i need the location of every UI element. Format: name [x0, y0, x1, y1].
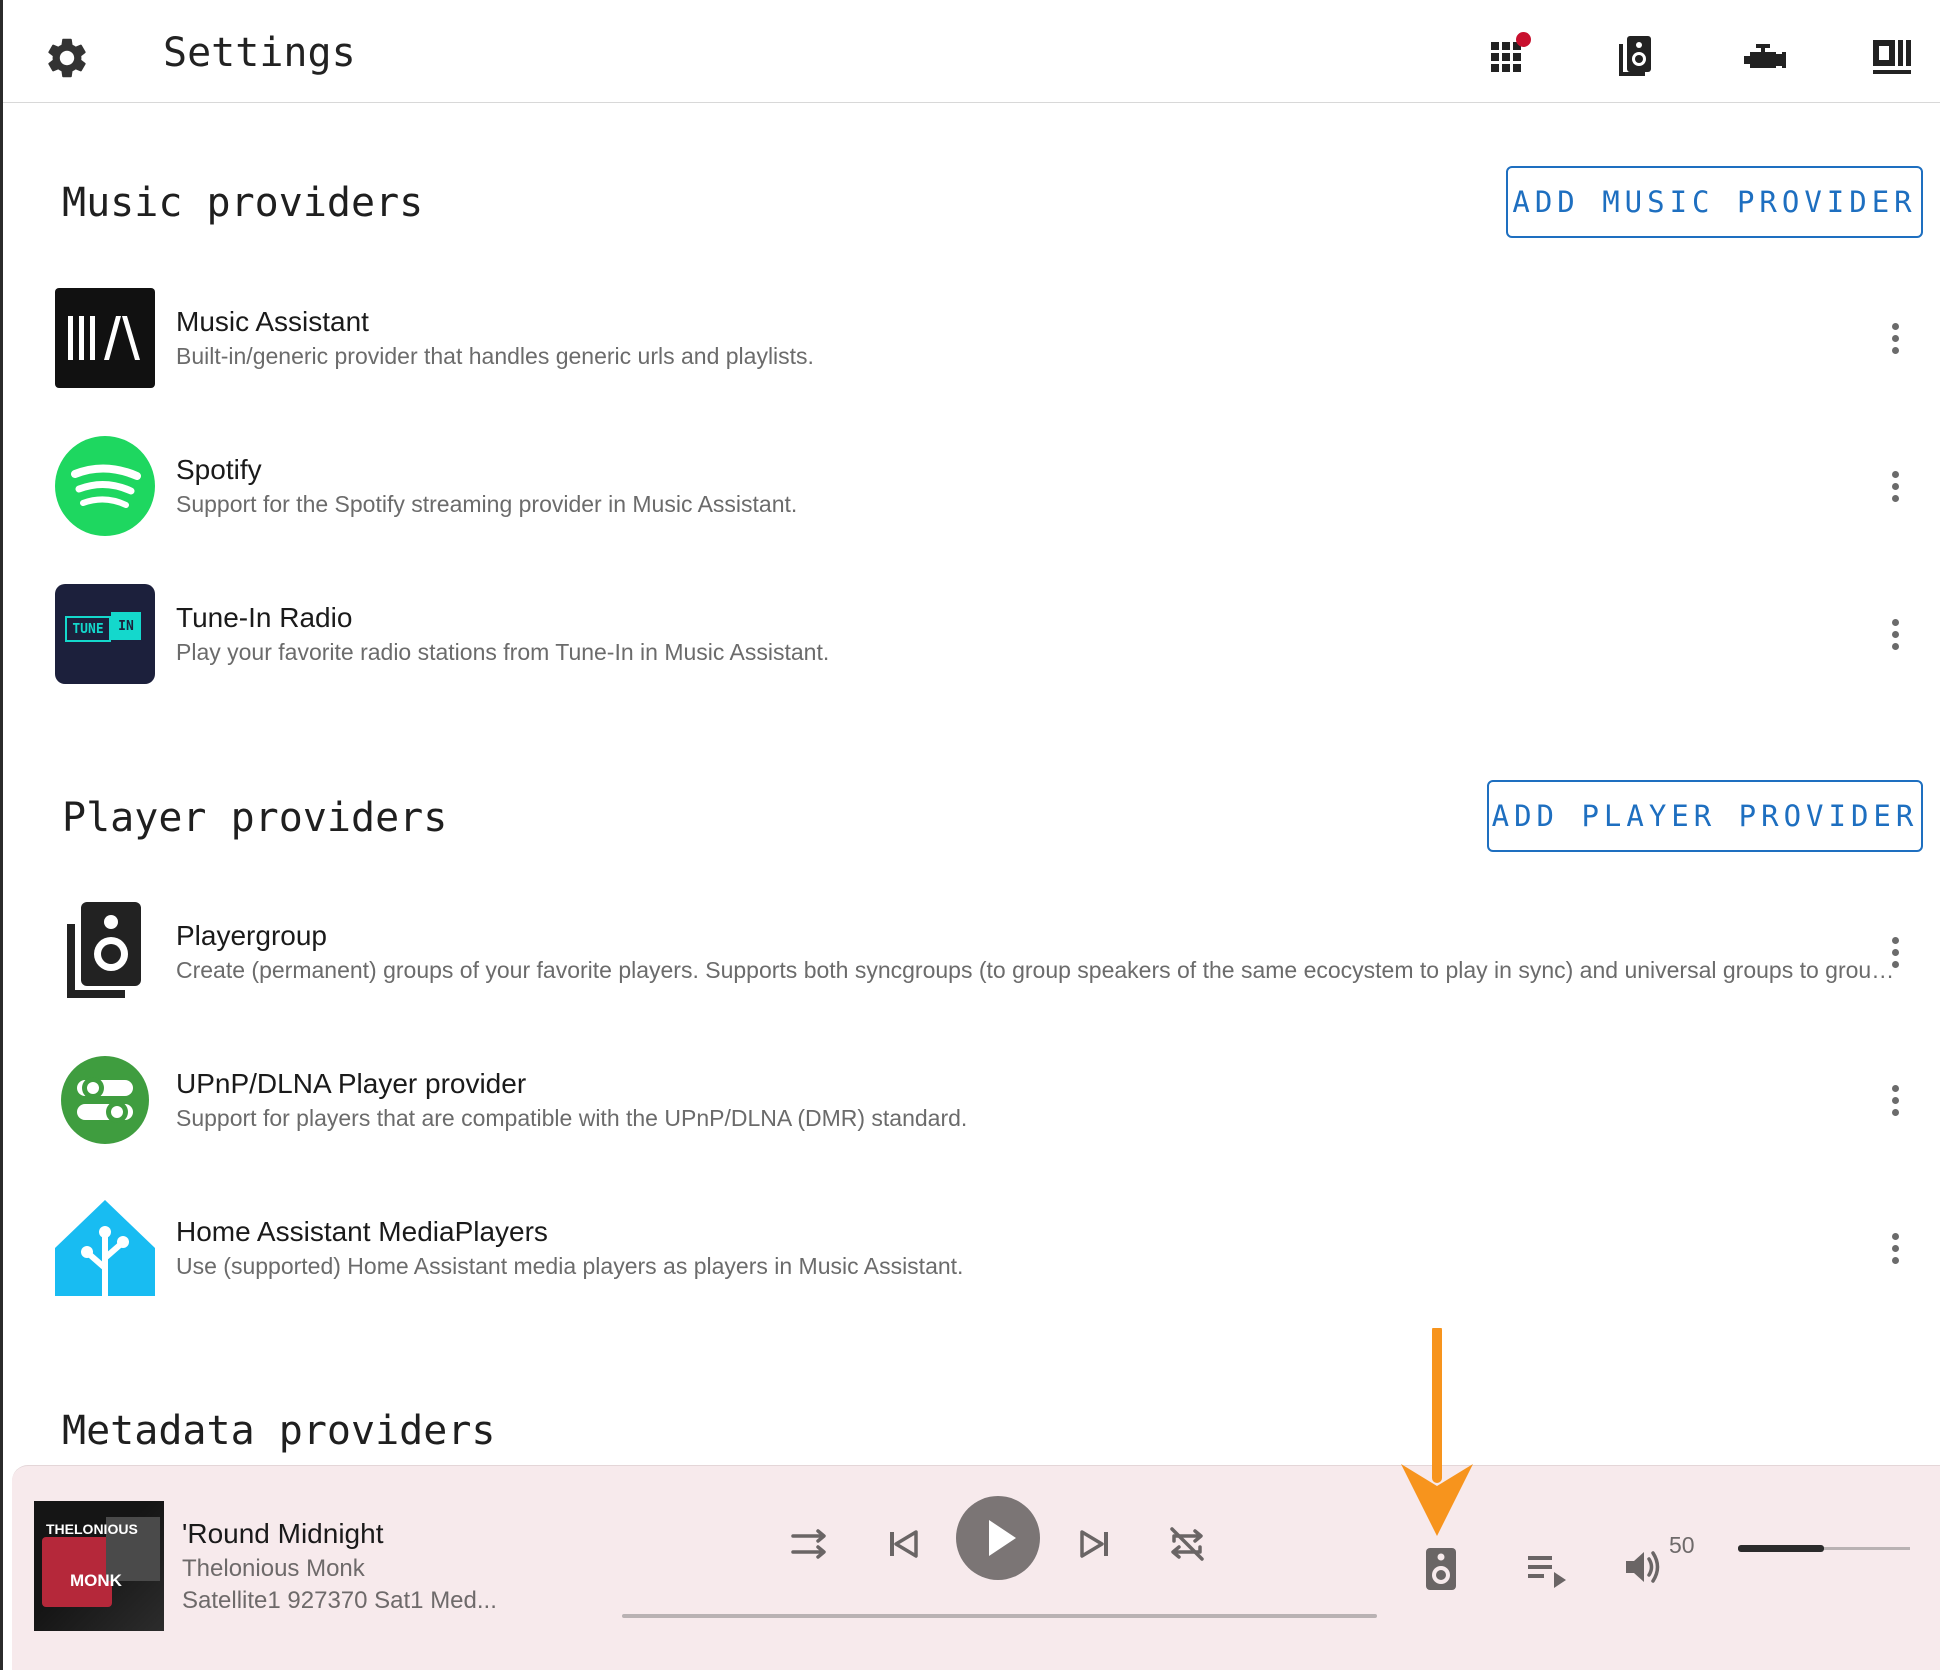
provider-name: Spotify	[176, 454, 262, 485]
upnp-logo	[55, 1050, 155, 1150]
volume-icon[interactable]	[1620, 1544, 1666, 1590]
provider-music-assistant[interactable]: Music Assistant Built-in/generic provide…	[55, 288, 1915, 408]
album-text: MONK	[70, 1571, 122, 1590]
provider-name: UPnP/DLNA Player provider	[176, 1068, 527, 1099]
previous-track-icon[interactable]	[880, 1521, 926, 1567]
progress-bar[interactable]	[622, 1614, 1377, 1618]
tunein-logo-text-tune: TUNE	[65, 616, 111, 642]
track-title[interactable]: 'Round Midnight	[182, 1518, 383, 1550]
more-options-icon[interactable]	[1875, 318, 1915, 358]
provider-name: Music Assistant	[176, 306, 369, 337]
volume-value: 50	[1669, 1532, 1695, 1558]
provider-spotify[interactable]: Spotify Support for the Spotify streamin…	[55, 436, 1915, 556]
metadata-providers-heading: Metadata providers	[62, 1408, 496, 1454]
left-border	[0, 0, 3, 1670]
more-options-icon[interactable]	[1875, 466, 1915, 506]
provider-name: Playergroup	[176, 920, 327, 951]
provider-description: Play your favorite radio stations from T…	[176, 639, 830, 665]
spotify-logo	[55, 436, 155, 536]
playergroup-logo	[55, 902, 155, 1002]
player-providers-heading: Player providers	[62, 795, 448, 841]
album-art[interactable]: THELONIOUS MONK	[34, 1501, 164, 1631]
tunein-logo-text-in: IN	[111, 612, 141, 640]
volume-slider-fill[interactable]	[1738, 1545, 1824, 1552]
top-app-bar: Settings	[3, 0, 1940, 103]
more-options-icon[interactable]	[1875, 614, 1915, 654]
queue-icon[interactable]	[1524, 1546, 1570, 1592]
provider-description: Built-in/generic provider that handles g…	[176, 343, 814, 369]
active-player-name[interactable]: Satellite1 927370 Sat1 Med...	[182, 1587, 497, 1615]
provider-name: Home Assistant MediaPlayers	[176, 1216, 548, 1247]
add-music-provider-button[interactable]: ADD MUSIC PROVIDER	[1506, 166, 1923, 238]
provider-description: Support for the Spotify streaming provid…	[176, 491, 798, 517]
page-title: Settings	[163, 30, 356, 76]
more-options-icon[interactable]	[1875, 1228, 1915, 1268]
play-icon	[989, 1520, 1016, 1556]
repeat-off-icon[interactable]	[1164, 1521, 1210, 1567]
engine-icon[interactable]	[1738, 30, 1790, 82]
provider-playergroup[interactable]: Playergroup Create (permanent) groups of…	[55, 902, 1915, 1022]
provider-name: Tune-In Radio	[176, 602, 353, 633]
tunein-logo: TUNE IN	[55, 584, 155, 684]
player-bar: THELONIOUS MONK 'Round Midnight Thelonio…	[12, 1465, 1940, 1670]
next-track-icon[interactable]	[1072, 1521, 1118, 1567]
album-text: THELONIOUS	[46, 1521, 138, 1537]
music-assistant-logo	[55, 288, 155, 388]
music-providers-heading: Music providers	[62, 180, 424, 226]
gear-icon[interactable]	[43, 34, 91, 82]
home-assistant-logo	[55, 1198, 155, 1299]
provider-upnp-dlna[interactable]: UPnP/DLNA Player provider Support for pl…	[55, 1050, 1915, 1170]
provider-description: Use (supported) Home Assistant media pla…	[176, 1253, 964, 1279]
more-options-icon[interactable]	[1875, 932, 1915, 972]
more-options-icon[interactable]	[1875, 1080, 1915, 1120]
annotation-arrow	[1401, 1328, 1473, 1536]
play-button[interactable]	[956, 1496, 1040, 1580]
shuffle-icon[interactable]	[787, 1521, 833, 1567]
provider-description: Support for players that are compatible …	[176, 1105, 968, 1131]
provider-tunein[interactable]: TUNE IN Tune-In Radio Play your favorite…	[55, 584, 1915, 704]
ui-icon[interactable]	[1865, 30, 1917, 82]
notification-dot	[1516, 32, 1531, 47]
track-artist[interactable]: Thelonious Monk	[182, 1555, 365, 1583]
add-player-provider-button[interactable]: ADD PLAYER PROVIDER	[1487, 780, 1923, 852]
grid-icon[interactable]	[1483, 30, 1535, 82]
provider-description: Create (permanent) groups of your favori…	[176, 957, 1896, 983]
speaker-icon[interactable]	[1424, 1546, 1458, 1592]
provider-home-assistant[interactable]: Home Assistant MediaPlayers Use (support…	[55, 1198, 1915, 1318]
speaker-icon[interactable]	[1611, 30, 1663, 82]
